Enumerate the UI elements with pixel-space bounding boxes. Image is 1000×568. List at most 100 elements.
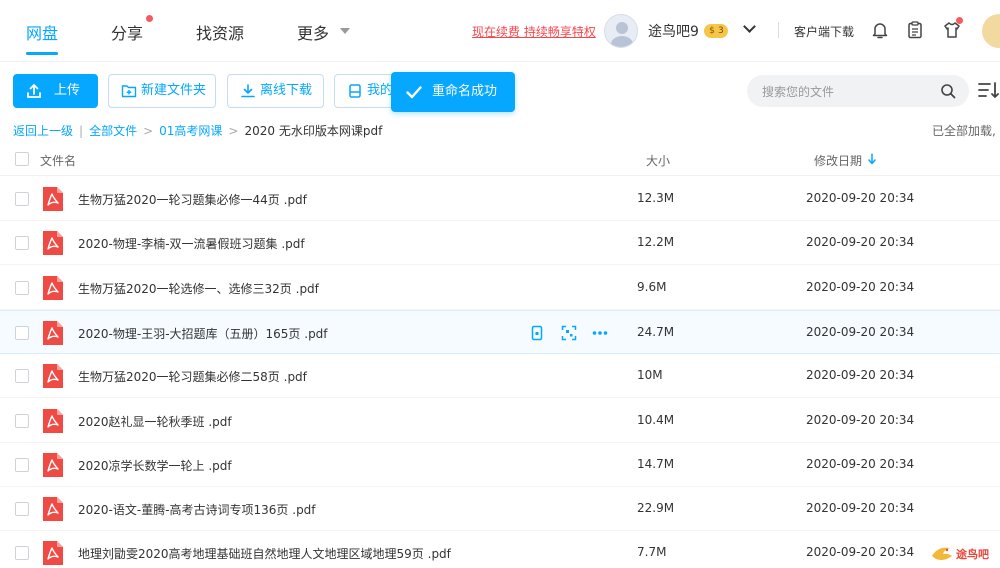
file-date: 2020-09-20 20:34 [806, 325, 915, 339]
file-name[interactable]: 2020-物理-李楠-双一流暑假班习题集 .pdf [78, 235, 305, 252]
select-all-checkbox[interactable] [15, 152, 29, 166]
bell-icon[interactable] [870, 20, 890, 40]
file-name[interactable]: 2020凉学长数学一轮上 .pdf [78, 457, 232, 474]
breadcrumb: 返回上一级 | 全部文件 >01高考网课 >2020 无水印版本网课pdf [13, 122, 382, 139]
table-row[interactable]: 2020-语文-董腾-高考古诗词专项136页 .pdf 22.9M 2020-09-… [0, 487, 1000, 531]
renew-promo-link[interactable]: 现在续费 持续畅享特权 [472, 23, 596, 40]
my-device-label: 我的 [367, 83, 394, 98]
phone-icon[interactable] [529, 325, 545, 341]
file-size: 12.3M [637, 191, 675, 205]
rename-success-toast: 重命名成功 [391, 72, 515, 112]
breadcrumb-all-files[interactable]: 全部文件 [89, 124, 137, 138]
table-row[interactable]: 地理刘勖雯2020高考地理基础班自然地理人文地理区域地理59页 .pdf 7.7M… [0, 531, 1000, 568]
new-folder-button[interactable]: 新建文件夹 [108, 74, 216, 108]
table-row[interactable]: 2020-物理-王羽-大招题库（五册）165页 .pdf 24.7M 2020-09… [0, 310, 1000, 354]
row-checkbox[interactable] [15, 458, 29, 472]
toast-message: 重命名成功 [432, 84, 498, 99]
bird-logo-icon [932, 547, 952, 560]
pdf-icon [43, 187, 63, 211]
file-name[interactable]: 生物万猛2020一轮选修一、选修三32页 .pdf [78, 280, 319, 297]
table-row[interactable]: 生物万猛2020一轮习题集必修一44页 .pdf 12.3M 2020-09-20 … [0, 177, 1000, 221]
client-download-link[interactable]: 客户端下载 [794, 23, 854, 40]
search-placeholder: 搜索您的文件 [762, 85, 835, 99]
pdf-icon [43, 364, 63, 388]
table-row[interactable]: 2020-物理-李楠-双一流暑假班习题集 .pdf 12.2M 2020-09-20… [0, 221, 1000, 265]
device-icon [349, 84, 361, 98]
avatar[interactable] [604, 14, 638, 48]
table-row[interactable]: 生物万猛2020一轮习题集必修二58页 .pdf 10M 2020-09-20 20… [0, 354, 1000, 398]
pdf-icon [43, 409, 63, 433]
chevron-down-icon[interactable] [340, 28, 350, 34]
row-checkbox[interactable] [15, 281, 29, 295]
pdf-icon [43, 453, 63, 477]
breadcrumb-folder[interactable]: 01高考网课 [159, 124, 222, 138]
file-date: 2020-09-20 20:34 [806, 501, 915, 515]
top-nav: 网盘 分享 找资源 更多 现在续费 持续畅享特权 途鸟吧9 3 客户端下载 [0, 0, 1000, 62]
search-icon[interactable] [940, 83, 956, 99]
file-size: 24.7M [637, 325, 675, 339]
more-icon[interactable] [592, 325, 608, 341]
table-row[interactable]: 生物万猛2020一轮选修一、选修三32页 .pdf 9.6M 2020-09-20 … [0, 266, 1000, 310]
member-avatar-partial[interactable] [982, 14, 1000, 48]
offline-download-button[interactable]: 离线下载 [227, 74, 324, 108]
breadcrumb-current: 2020 无水印版本网课pdf [244, 124, 383, 138]
file-name[interactable]: 生物万猛2020一轮习题集必修二58页 .pdf [78, 368, 307, 385]
file-name[interactable]: 生物万猛2020一轮习题集必修一44页 .pdf [78, 191, 307, 208]
skin-notification-dot [956, 17, 963, 24]
file-name[interactable]: 2020-物理-王羽-大招题库（五册）165页 .pdf [78, 325, 328, 342]
sort-desc-arrow-icon[interactable] [868, 153, 876, 165]
file-name[interactable]: 2020-语文-董腾-高考古诗词专项136页 .pdf [78, 501, 316, 518]
file-date: 2020-09-20 20:34 [806, 457, 915, 471]
pdf-icon [43, 231, 63, 255]
offline-download-label: 离线下载 [260, 83, 313, 98]
row-checkbox[interactable] [15, 326, 29, 340]
file-size: 10M [637, 368, 663, 382]
breadcrumb-separator: > [228, 124, 239, 138]
sort-list-icon[interactable] [978, 80, 1000, 100]
file-date: 2020-09-20 20:34 [806, 280, 915, 294]
new-folder-icon [121, 85, 137, 98]
qr-icon[interactable] [561, 325, 577, 341]
row-checkbox[interactable] [15, 192, 29, 206]
column-header-name[interactable]: 文件名 [40, 152, 76, 169]
nav-item-resources[interactable]: 找资源 [196, 20, 244, 44]
site-watermark: 途鸟吧 [928, 543, 998, 565]
search-input[interactable]: 搜索您的文件 [747, 75, 969, 107]
file-date: 2020-09-20 20:34 [806, 413, 915, 427]
file-size: 9.6M [637, 280, 667, 294]
clipboard-icon[interactable] [905, 20, 925, 40]
upload-button[interactable]: 上传 [13, 74, 98, 108]
table-row[interactable]: 2020凉学长数学一轮上 .pdf 14.7M 2020-09-20 20:34 [0, 443, 1000, 487]
breadcrumb-back[interactable]: 返回上一级 [13, 124, 73, 138]
row-checkbox[interactable] [15, 546, 29, 560]
file-name[interactable]: 2020赵礼显一轮秋季班 .pdf [78, 413, 232, 430]
upload-label: 上传 [54, 83, 81, 98]
row-checkbox[interactable] [15, 236, 29, 250]
column-header-date[interactable]: 修改日期 [814, 152, 862, 169]
username[interactable]: 途鸟吧9 [648, 21, 699, 41]
upload-icon [27, 84, 41, 98]
file-name[interactable]: 地理刘勖雯2020高考地理基础班自然地理人文地理区域地理59页 .pdf [78, 545, 451, 562]
column-header-size[interactable]: 大小 [646, 152, 670, 169]
new-folder-label: 新建文件夹 [141, 83, 207, 98]
table-row[interactable]: 2020赵礼显一轮秋季班 .pdf 10.4M 2020-09-20 20:34 [0, 399, 1000, 443]
pdf-icon [43, 497, 63, 521]
share-notification-dot [146, 15, 153, 22]
download-icon [241, 84, 255, 98]
pdf-icon [43, 321, 63, 345]
file-size: 14.7M [637, 457, 675, 471]
row-checkbox[interactable] [15, 502, 29, 516]
table-header: 文件名 大小 修改日期 [0, 142, 1000, 176]
nav-item-share[interactable]: 分享 [111, 20, 143, 44]
nav-item-more[interactable]: 更多 [297, 20, 329, 44]
file-date: 2020-09-20 20:34 [806, 545, 915, 559]
user-menu-chevron-icon[interactable] [743, 20, 756, 33]
file-date: 2020-09-20 20:34 [806, 235, 915, 249]
nav-active-indicator [26, 52, 58, 55]
row-checkbox[interactable] [15, 414, 29, 428]
vip-badge: 3 [704, 24, 728, 38]
breadcrumb-separator: > [143, 124, 154, 138]
row-checkbox[interactable] [15, 369, 29, 383]
nav-item-wangpan[interactable]: 网盘 [26, 20, 58, 44]
watermark-text: 途鸟吧 [956, 548, 989, 561]
